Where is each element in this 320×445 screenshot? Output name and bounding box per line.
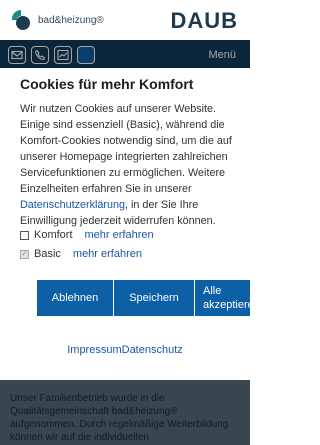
option-komfort: Komfort mehr erfahren <box>20 227 154 243</box>
komfort-more-link[interactable]: mehr erfahren <box>85 229 154 241</box>
basic-checkbox: ✓ <box>20 249 29 259</box>
basic-more-link[interactable]: mehr erfahren <box>73 248 142 260</box>
decline-button[interactable]: Ablehnen <box>37 280 113 316</box>
dialog-title: Cookies für mehr Komfort <box>20 76 194 92</box>
accept-all-button[interactable]: Alle akzeptieren <box>195 280 250 316</box>
logo-mark-icon <box>11 9 30 30</box>
basic-label: Basic <box>34 248 61 260</box>
save-button[interactable]: Speichern <box>114 280 194 316</box>
dialog-body-text: Wir nutzen Cookies auf unserer Website. … <box>20 101 238 229</box>
dialog-footer-links: ImpressumDatenschutz <box>0 344 250 356</box>
site-header: bad&heizung® DAUB <box>0 0 250 40</box>
imprint-link[interactable]: Impressum <box>67 344 121 356</box>
privacy-link[interactable]: Datenschutz <box>122 344 183 356</box>
option-basic: ✓ Basic mehr erfahren <box>20 246 142 262</box>
komfort-label: Komfort <box>34 229 73 241</box>
logo-text: bad&heizung® <box>38 15 104 26</box>
cookie-dialog: Cookies für mehr Komfort Wir nutzen Cook… <box>0 68 250 380</box>
privacy-policy-link[interactable]: Datenschutzerklärung <box>20 199 125 211</box>
body-text-before: Wir nutzen Cookies auf unserer Website. … <box>20 103 232 195</box>
komfort-checkbox[interactable] <box>20 230 29 240</box>
brand-name[interactable]: DAUB <box>170 8 238 34</box>
